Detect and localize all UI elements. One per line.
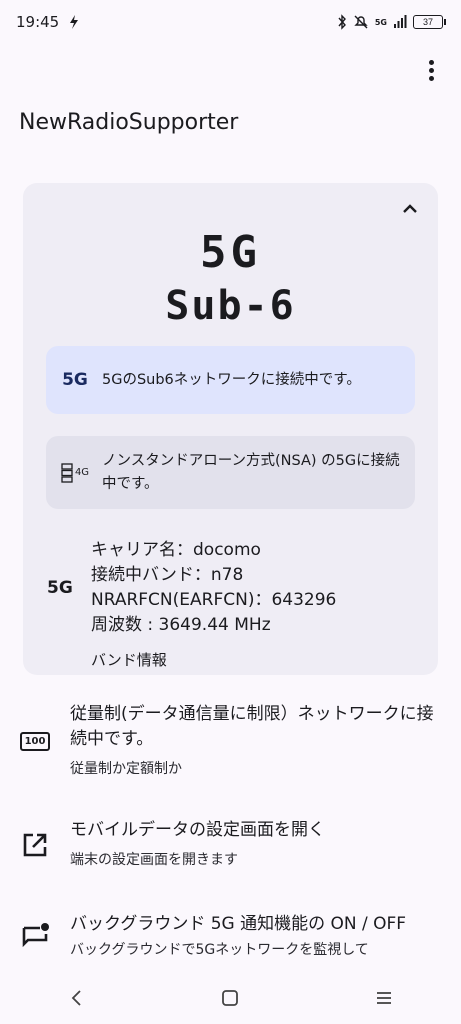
open-mobile-data-settings-item[interactable]: モバイルデータの設定画面を開く 端末の設定画面を開きます: [0, 818, 461, 871]
battery-level: 37: [422, 17, 433, 27]
5g-icon: 5G: [62, 370, 88, 390]
network-subheadline: Sub-6: [165, 283, 296, 329]
metered-subtitle: 従量制か定額制か: [70, 761, 182, 777]
band-info-link[interactable]: バンド情報: [91, 649, 167, 670]
chevron-up-icon: [403, 204, 417, 213]
network-headline: 5G: [200, 227, 261, 278]
metered-title: 従量制(データ通信量に制限）ネットワークに接続中です。: [70, 704, 434, 749]
4g-label: 4G: [74, 467, 90, 478]
app-title: NewRadioSupporter: [19, 110, 239, 135]
recents-button[interactable]: [364, 978, 404, 1018]
sub6-info-box: 5G 5GのSub6ネットワークに接続中です。: [46, 346, 415, 414]
connected-band: 接続中バンド：n78: [91, 565, 244, 585]
more-options-icon[interactable]: [417, 52, 445, 88]
collapse-button[interactable]: [394, 195, 426, 223]
arfcn-value: NRARFCN(EARFCN)：643296: [91, 590, 337, 610]
status-time: 19:45: [16, 13, 60, 31]
sub6-info-text: 5GのSub6ネットワークに接続中です。: [102, 371, 361, 388]
system-navigation-bar: [0, 972, 461, 1024]
network-status-card: 5G Sub-6 5G 5GのSub6ネットワークに接続中です。 4G ノンスタ…: [23, 183, 438, 675]
background-title: バックグラウンド 5G 通知機能の ON / OFF: [70, 914, 407, 934]
nsa-info-box: 4G ノンスタンドアローン方式(NSA) の5Gに接続中です。: [46, 436, 415, 509]
open-in-new-icon: [0, 831, 70, 859]
metered-icon-label: 100: [24, 735, 46, 747]
menu-icon: [377, 992, 392, 1004]
server-stack-icon: [61, 462, 73, 483]
mobile-data-subtitle: 端末の設定画面を開きます: [70, 852, 238, 868]
carrier-name: キャリア名：docomo: [91, 540, 261, 560]
connection-details: 5G キャリア名：docomo 接続中バンド：n78 NRARFCN(EARFC…: [47, 538, 336, 638]
home-icon: [222, 990, 239, 1006]
5g-icon: 5G: [47, 578, 73, 598]
back-icon: [71, 990, 81, 1006]
bluetooth-icon: [338, 14, 346, 30]
nsa-info-text: ノンスタンドアローン方式(NSA) の5Gに接続中です。: [102, 452, 400, 492]
metered-icon: 100: [0, 731, 70, 751]
back-button[interactable]: [57, 978, 97, 1018]
mute-icon: [354, 15, 368, 29]
background-subtitle: バックグラウンドで5Gネットワークを監視して: [70, 942, 369, 958]
metered-network-item[interactable]: 100 従量制(データ通信量に制限）ネットワークに接続中です。 従量制か定額制か: [0, 702, 461, 780]
mobile-data-title: モバイルデータの設定画面を開く: [70, 820, 325, 840]
status-bar: 19:45 5G 37: [0, 0, 461, 44]
signal-icon: [394, 15, 407, 28]
network-type-label: 5G: [374, 17, 387, 27]
nsa-icon: 4G: [58, 462, 92, 483]
frequency-value: 周波数 : 3649.44 MHz: [91, 615, 271, 635]
bolt-icon: [70, 15, 79, 29]
home-button[interactable]: [210, 978, 250, 1018]
battery-icon: 37: [413, 15, 446, 29]
chat-notification-icon: [0, 922, 70, 952]
background-notification-item[interactable]: バックグラウンド 5G 通知機能の ON / OFF バックグラウンドで5Gネッ…: [0, 912, 461, 961]
